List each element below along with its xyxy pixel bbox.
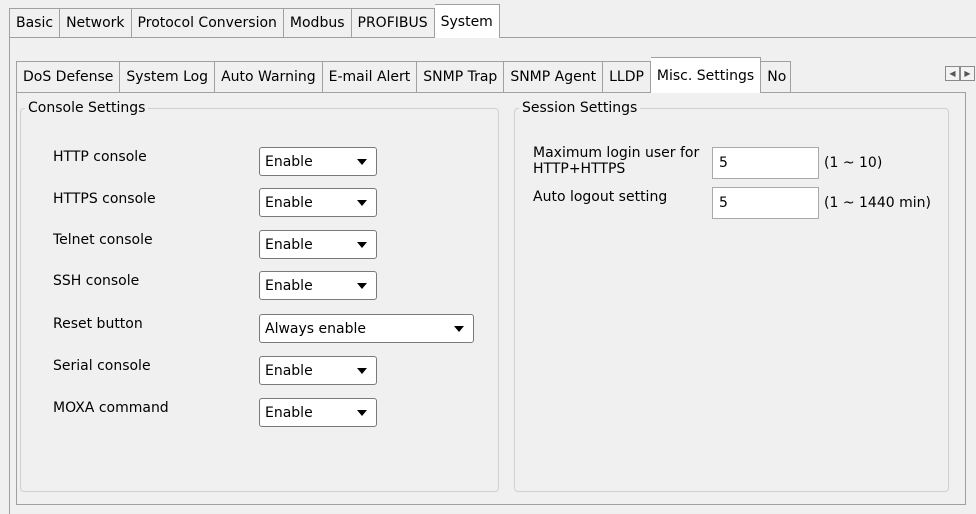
- tab-next-clipped[interactable]: No: [761, 61, 792, 93]
- serial-console-select[interactable]: Enable: [259, 356, 377, 385]
- reset-button-value: Always enable: [265, 320, 366, 337]
- moxa-command-select[interactable]: Enable: [259, 398, 377, 427]
- max-login-label-line2: HTTP+HTTPS: [533, 161, 626, 177]
- tab-protocol-conversion[interactable]: Protocol Conversion: [131, 8, 284, 38]
- tab-misc-settings[interactable]: Misc. Settings: [650, 57, 762, 93]
- ssh-console-value: Enable: [265, 277, 313, 294]
- tab-network[interactable]: Network: [60, 8, 132, 38]
- telnet-console-select[interactable]: Enable: [259, 230, 377, 259]
- tab-profibus[interactable]: PROFIBUS: [351, 8, 435, 38]
- http-console-select[interactable]: Enable: [259, 147, 377, 176]
- tab-lldp[interactable]: LLDP: [603, 61, 651, 93]
- chevron-down-icon: [357, 410, 367, 416]
- tab-system-log[interactable]: System Log: [120, 61, 216, 93]
- arrow-left-icon: ◀: [949, 69, 956, 78]
- https-console-label: HTTPS console: [53, 191, 156, 207]
- chevron-down-icon: [357, 368, 367, 374]
- https-console-value: Enable: [265, 194, 313, 211]
- console-settings-title: Console Settings: [28, 100, 146, 116]
- tab-email-alert[interactable]: E-mail Alert: [322, 61, 418, 93]
- scroll-left-button[interactable]: ◀: [945, 66, 960, 81]
- serial-console-label: Serial console: [53, 358, 151, 374]
- http-console-value: Enable: [265, 153, 313, 170]
- moxa-command-value: Enable: [265, 404, 313, 421]
- chevron-down-icon: [357, 242, 367, 248]
- session-settings-title: Session Settings: [522, 100, 638, 116]
- auto-logout-value: 5: [719, 195, 728, 211]
- auto-logout-range: (1 ~ 1440 min): [824, 195, 931, 211]
- tab-scroll-buttons: ◀ ▶: [945, 66, 975, 81]
- tab-basic[interactable]: Basic: [9, 8, 61, 38]
- chevron-down-icon: [454, 326, 464, 332]
- tab-snmp-agent[interactable]: SNMP Agent: [504, 61, 604, 93]
- tab-system[interactable]: System: [434, 4, 500, 38]
- http-console-label: HTTP console: [53, 149, 147, 165]
- telnet-console-value: Enable: [265, 236, 313, 253]
- chevron-down-icon: [357, 159, 367, 165]
- system-subtab-bar: DoS Defense System Log Auto Warning E-ma…: [16, 57, 792, 93]
- ssh-console-label: SSH console: [53, 273, 140, 289]
- max-login-input[interactable]: 5: [712, 147, 819, 179]
- reset-button-label: Reset button: [53, 316, 143, 332]
- reset-button-select[interactable]: Always enable: [259, 314, 474, 343]
- scroll-right-button[interactable]: ▶: [960, 66, 975, 81]
- max-login-label: Maximum login user for HTTP+HTTPS: [533, 145, 699, 177]
- max-login-range: (1 ~ 10): [824, 155, 883, 171]
- moxa-command-label: MOXA command: [53, 400, 169, 416]
- https-console-select[interactable]: Enable: [259, 188, 377, 217]
- tab-modbus[interactable]: Modbus: [283, 8, 352, 38]
- tab-dos-defense[interactable]: DoS Defense: [16, 61, 121, 93]
- tab-snmp-trap[interactable]: SNMP Trap: [417, 61, 505, 93]
- chevron-down-icon: [357, 200, 367, 206]
- ssh-console-select[interactable]: Enable: [259, 271, 377, 300]
- telnet-console-label: Telnet console: [53, 232, 153, 248]
- arrow-right-icon: ▶: [964, 69, 971, 78]
- max-login-label-line1: Maximum login user for: [533, 145, 700, 161]
- tab-auto-warning[interactable]: Auto Warning: [215, 61, 323, 93]
- auto-logout-input[interactable]: 5: [712, 187, 819, 219]
- chevron-down-icon: [357, 283, 367, 289]
- max-login-value: 5: [719, 155, 728, 171]
- auto-logout-label: Auto logout setting: [533, 189, 668, 205]
- outer-tab-bar: Basic Network Protocol Conversion Modbus…: [9, 4, 500, 38]
- serial-console-value: Enable: [265, 362, 313, 379]
